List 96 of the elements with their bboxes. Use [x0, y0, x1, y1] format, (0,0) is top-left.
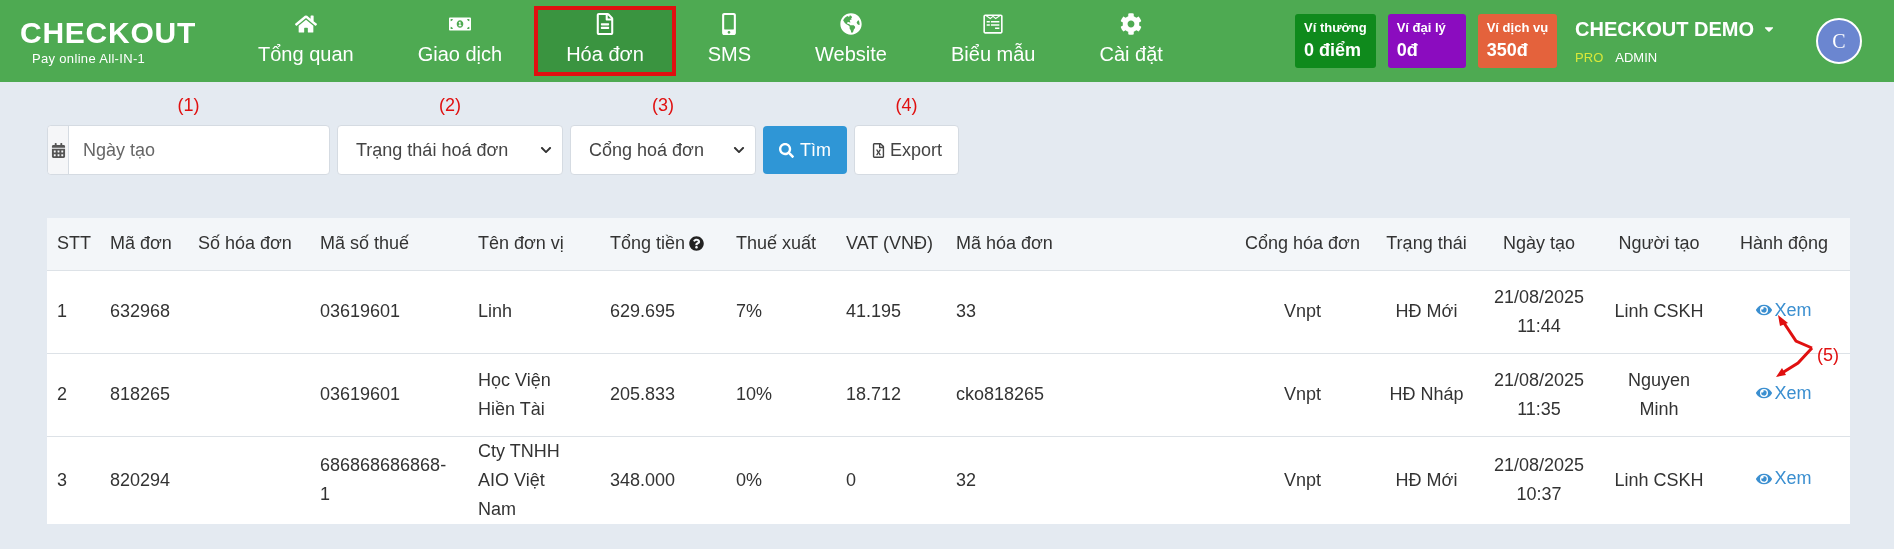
nav-tab[interactable]: Giao dịch: [385, 6, 535, 76]
wallet-label: Ví thưởng: [1304, 18, 1367, 37]
spreadsheet-icon: [871, 142, 886, 158]
table-cell: 03619601: [320, 301, 401, 321]
wallet-badge[interactable]: Ví dịch vụ 350đ: [1477, 13, 1558, 69]
wallet-value: 350đ: [1486, 39, 1529, 63]
gear-icon: [1120, 13, 1143, 35]
annotation-number: (3): [652, 94, 674, 117]
calendar-icon: [50, 142, 66, 158]
role-label: ADMIN: [1615, 49, 1658, 68]
logo-tagline: Pay online All-IN-1: [32, 50, 146, 68]
column-header: STT: [47, 218, 100, 270]
table-cell: Vnpt: [1284, 384, 1321, 404]
table-cell: 03619601: [320, 384, 401, 404]
table-cell: 348.000: [610, 469, 676, 490]
column-header: Số hóa đơn: [188, 218, 310, 270]
date-input[interactable]: Ngày tạo: [69, 136, 329, 164]
table-cell: 3: [57, 469, 67, 490]
column-header: Mã đơn: [100, 218, 188, 270]
column-header: Mã số thuế: [310, 218, 468, 270]
table-cell: HĐ Mới: [1395, 301, 1458, 321]
table-cell: HĐ Mới: [1395, 469, 1458, 490]
table-cell: Vnpt: [1284, 301, 1321, 321]
nav-tab[interactable]: Tổng quan: [226, 6, 386, 76]
table-cell: 21/08/2025 10:37: [1493, 455, 1585, 504]
table-cell: 2: [57, 384, 67, 404]
chevron-icon: [733, 144, 745, 156]
table-cell: 41.195: [846, 301, 902, 321]
status-select[interactable]: Trạng thái hoá đơn: [337, 125, 563, 175]
wallet-value: 0đ: [1396, 39, 1419, 63]
help-icon[interactable]: [689, 236, 705, 252]
nav-tab[interactable]: Hóa đơn: [534, 6, 676, 76]
export-button[interactable]: Export: [854, 125, 960, 175]
table-cell: Nguyen Minh: [1627, 369, 1690, 419]
column-header: Ngày tạo: [1478, 218, 1600, 270]
table-cell: 21/08/2025 11:35: [1493, 369, 1585, 419]
avatar[interactable]: C: [1816, 18, 1862, 64]
table-cell: 18.712: [846, 384, 902, 404]
column-header: Tên đơn vị: [468, 218, 600, 270]
column-header: VAT (VNĐ): [836, 218, 946, 270]
globe-icon: [840, 13, 863, 35]
wallet-value: 0 điểm: [1304, 39, 1363, 63]
table-cell: 33: [956, 301, 977, 321]
account-name[interactable]: CHECKOUT DEMO: [1575, 14, 1754, 45]
wallet-badge[interactable]: Ví thưởng 0 điểm: [1295, 13, 1376, 69]
table-cell: 0: [846, 469, 856, 490]
logo-title: CHECKOUT: [20, 14, 196, 51]
table-cell: 205.833: [610, 384, 676, 404]
table-cell: cko818265: [956, 384, 1045, 404]
table-cell: HĐ Nháp: [1389, 384, 1464, 404]
form-icon: [982, 13, 1005, 35]
column-header: Người tạo: [1600, 218, 1718, 270]
wallet-label: Ví đại lý: [1396, 18, 1447, 37]
column-header: Hành động: [1718, 218, 1850, 270]
view-link[interactable]: Xem: [1756, 296, 1812, 324]
view-link[interactable]: Xem: [1756, 379, 1812, 407]
table-cell: Vnpt: [1284, 469, 1321, 490]
date-field[interactable]: Ngày tạo: [47, 125, 330, 175]
wallet-label: Ví dịch vụ: [1486, 18, 1549, 37]
nav-tab[interactable]: Website: [783, 6, 919, 76]
table-cell: 21/08/2025 11:44: [1493, 286, 1585, 336]
table-cell: Học Viện Hiền Tài: [478, 369, 551, 419]
table-cell: 10%: [736, 384, 773, 404]
nav-tab[interactable]: Biểu mẫu: [919, 6, 1068, 76]
table-cell: 32: [956, 469, 977, 490]
wallet-badge[interactable]: Ví đại lý 0đ: [1387, 13, 1466, 69]
table-cell: 818265: [110, 384, 171, 404]
annotation-number: (2): [439, 94, 461, 117]
column-header: Trạng thái: [1375, 218, 1478, 270]
column-header: Thuế xuất: [726, 218, 836, 270]
table-cell: Linh CSKH: [1614, 301, 1704, 321]
annotation-number: (4): [895, 94, 918, 117]
chevron-icon: [540, 144, 552, 156]
nav-tab[interactable]: SMS: [675, 6, 784, 76]
view-link[interactable]: Xem: [1756, 465, 1812, 493]
gateway-select[interactable]: Cổng hoá đơn: [570, 125, 756, 175]
column-header: Cổng hóa đơn: [1230, 218, 1375, 270]
plan-label: PRO: [1575, 49, 1604, 68]
table-cell: Linh: [478, 301, 513, 321]
annotation-number: (1): [177, 94, 200, 117]
table-cell: 629.695: [610, 301, 676, 321]
table-cell: 7%: [736, 301, 762, 321]
home-icon: [294, 13, 317, 35]
nav-tab[interactable]: Cài đặt: [1067, 6, 1195, 76]
table-cell: 1: [57, 301, 67, 321]
table-cell: 0%: [736, 469, 762, 490]
table-cell: 686868686868-1: [320, 455, 447, 504]
column-header: Tổng tiền: [600, 218, 726, 270]
table-cell: Linh CSKH: [1614, 469, 1704, 490]
table-cell: 820294: [110, 469, 171, 490]
column-header: Mã hóa đơn: [946, 218, 1230, 270]
search-button[interactable]: Tìm: [763, 126, 847, 174]
table-cell: 632968: [110, 301, 171, 321]
search-icon: [779, 142, 794, 158]
table-cell: Cty TNHH AIO Việt Nam: [478, 440, 560, 519]
annotation-number: (5): [1817, 344, 1839, 367]
